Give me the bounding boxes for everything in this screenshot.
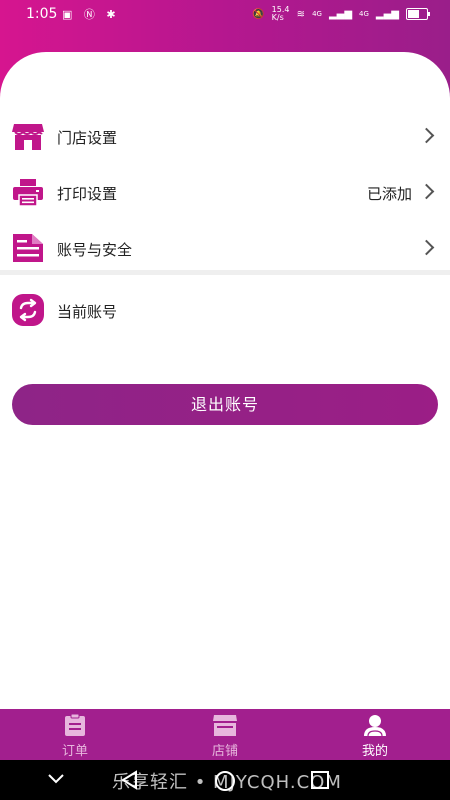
notification-icons: ▣ Ⓝ ✱ [62,8,120,21]
logout-button[interactable]: 退出账号 [12,384,438,425]
mute-icon: 🔕 [252,8,265,20]
status-indicators: 🔕 15.4 K/s ≋ 4G ▂▄▆ 4G ▂▄▆ [252,5,430,22]
signal-icon: ▂▄▆ [375,8,399,20]
switch-account-icon [12,294,44,326]
user-icon [364,715,386,736]
tab-orders[interactable]: 订单 [0,709,150,760]
tab-label: 店铺 [211,744,238,759]
storefront-icon [12,124,44,150]
clipboard-icon [65,714,85,736]
bottom-tab-bar: 订单 店铺 我的 [0,709,450,760]
chevron-right-icon [418,239,435,256]
chevron-right-icon [418,127,435,144]
tab-mine[interactable]: 我的 [300,709,450,760]
current-account-label: 当前账号 [57,303,118,321]
printer-icon [13,179,43,207]
shop-icon [213,715,237,736]
chevron-down-icon[interactable] [48,774,64,784]
status-time: 1:05 [26,6,58,22]
battery-icon [406,8,430,20]
tab-label: 我的 [361,744,388,759]
tab-shop[interactable]: 店铺 [150,709,300,760]
tab-label: 订单 [61,744,88,759]
menu-item-print-settings[interactable]: 打印设置 已添加 [0,166,450,222]
network-speed: 15.4 K/s [271,5,290,22]
section-divider [0,270,450,275]
system-navigation-bar: 乐享轻汇 • MJYCQH.COM [0,760,450,800]
store-settings-label: 门店设置 [57,129,118,147]
signal-tag-1: 4G [312,10,322,18]
signal-icon: ▂▄▆ [328,8,353,20]
print-settings-label: 打印设置 [57,185,118,203]
wifi-icon: ≋ [296,8,306,20]
account-security-label: 账号与安全 [57,241,133,259]
chevron-right-icon [418,183,435,200]
status-bar: 1:05 ▣ Ⓝ ✱ 🔕 15.4 K/s ≋ 4G ▂▄▆ 4G ▂▄▆ [0,0,450,28]
menu-item-current-account[interactable]: 当前账号 [0,284,450,340]
signal-tag-2: 4G [359,10,369,18]
print-settings-status: 已添加 [366,185,412,203]
menu-item-store-settings[interactable]: 门店设置 [0,110,450,166]
watermark: 乐享轻汇 • MJYCQH.COM [112,772,342,793]
document-icon [13,234,43,262]
